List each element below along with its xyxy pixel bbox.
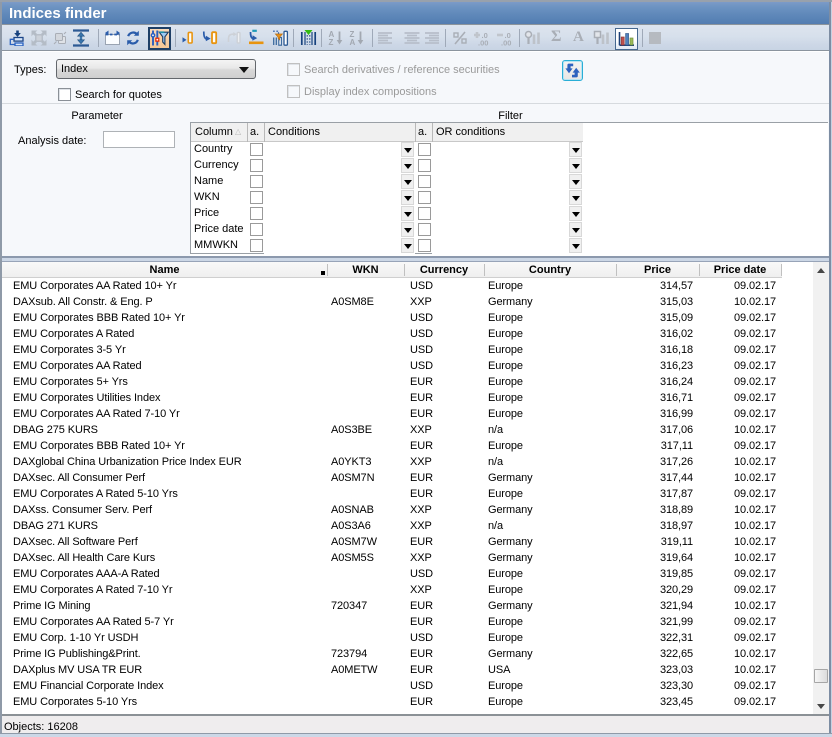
svg-text:Z: Z (329, 38, 334, 46)
svg-text:.00: .00 (478, 39, 488, 47)
svg-text:A: A (350, 38, 356, 46)
svg-text:.00: .00 (501, 39, 511, 47)
